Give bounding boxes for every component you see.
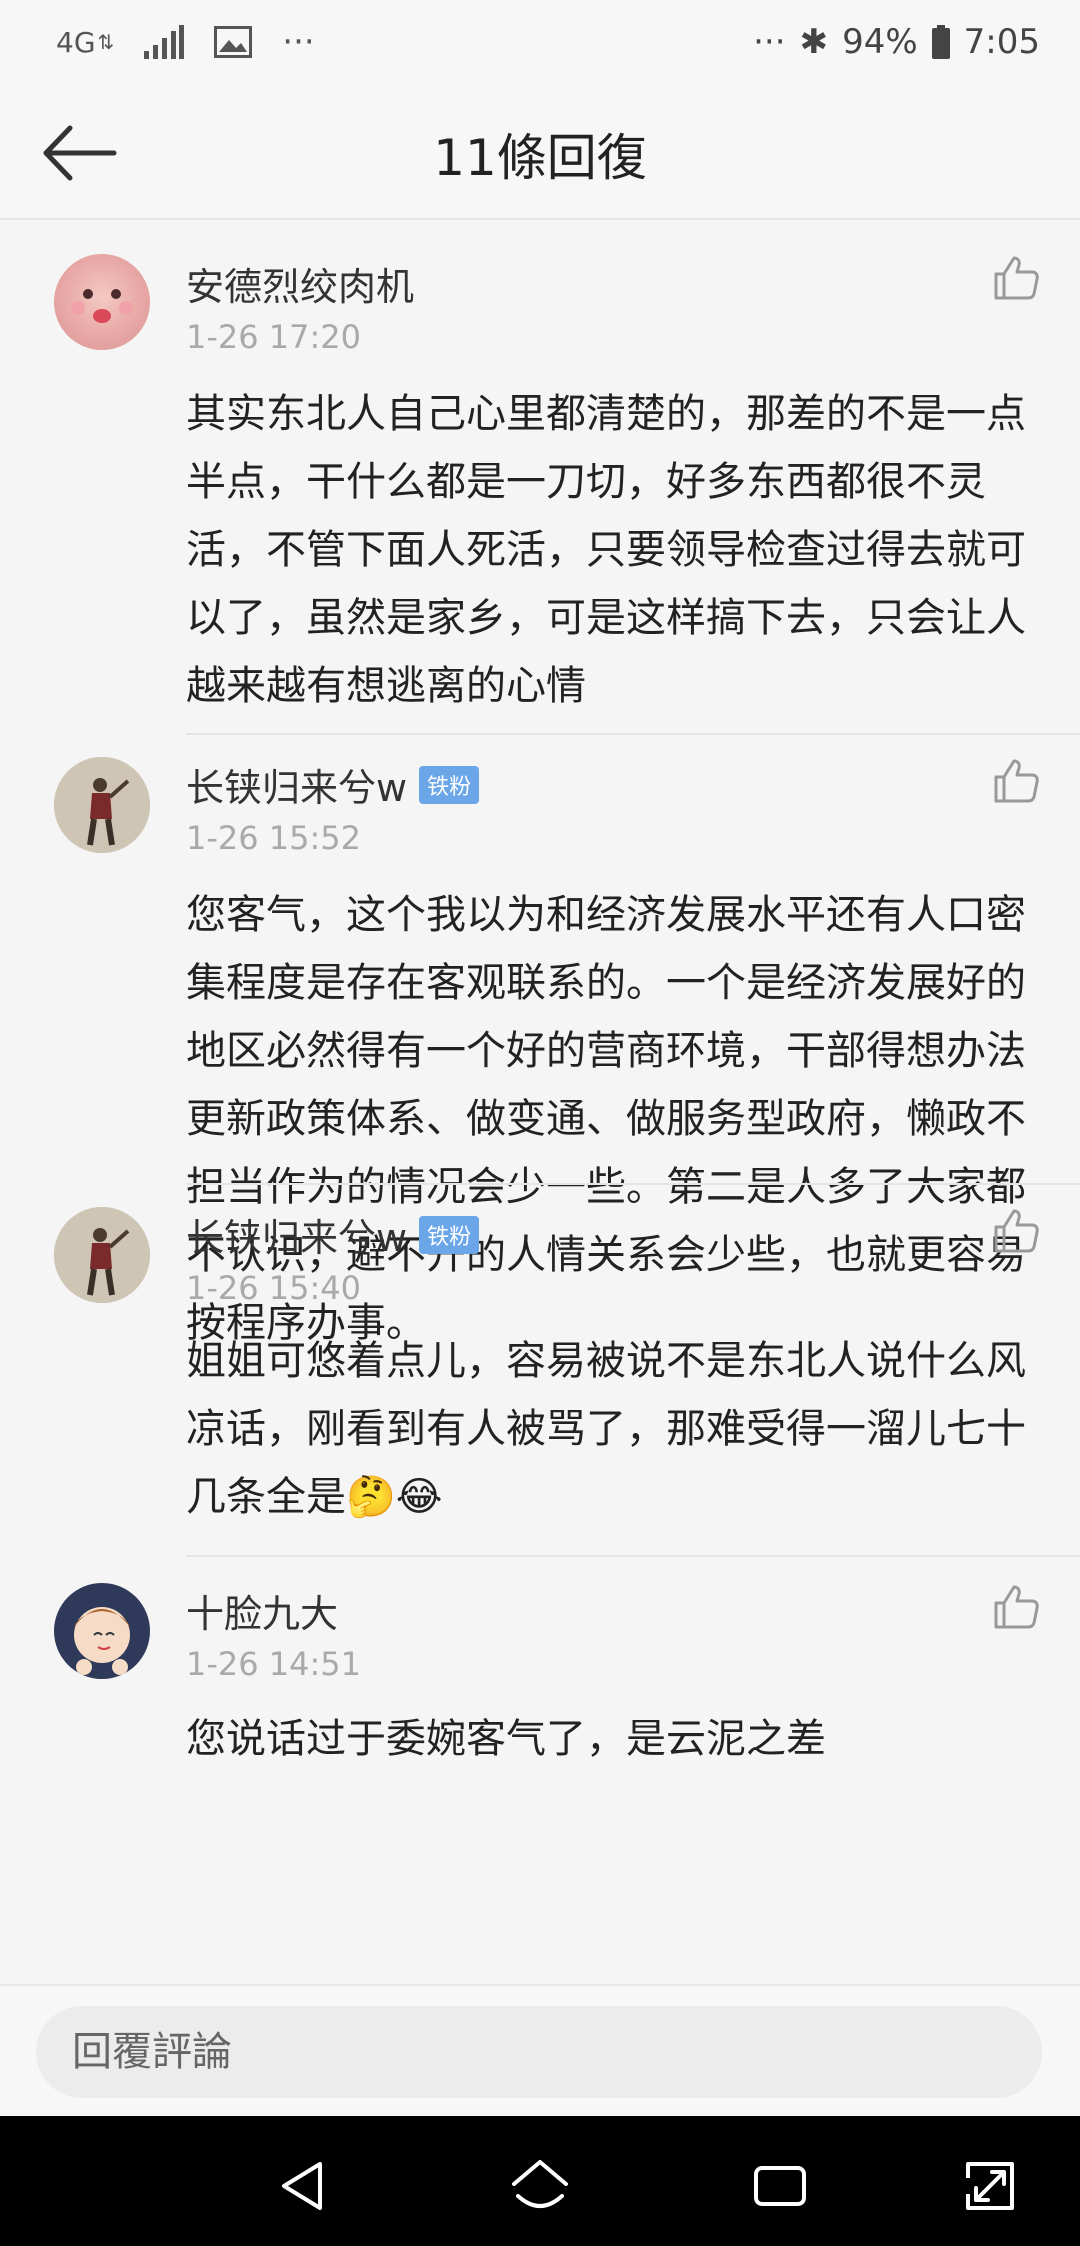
more-notifications-icon: ··· [282, 22, 315, 62]
more-indicators-icon: ··· [753, 22, 786, 62]
system-nav-bar [0, 2116, 1080, 2246]
comment-header: 十脸九大 [186, 1583, 338, 1638]
image-notification-icon [214, 26, 253, 58]
comment-item: 长铗归来兮w 铁粉 1-26 15:40 姐姐可悠着点儿，容易被说不是东北人说什… [0, 1185, 1080, 1557]
username[interactable]: 安德烈绞肉机 [186, 256, 414, 311]
comment-time: 1-26 15:52 [186, 819, 362, 857]
comment-time: 1-26 15:40 [186, 1269, 362, 1307]
avatar[interactable] [54, 757, 150, 853]
battery-level: 94% [842, 22, 918, 62]
comment-header: 安德烈绞肉机 [186, 256, 414, 311]
username[interactable]: 长铗归来兮w [186, 1207, 407, 1262]
data-arrows-icon: ⇅ [97, 30, 115, 54]
reply-list[interactable]: 安德烈绞肉机 1-26 17:20 其实东北人自己心里都清楚的，那差的不是一点半… [0, 220, 1080, 1984]
username[interactable]: 十脸九大 [186, 1583, 338, 1638]
comment-text: 您说话过于委婉客气了，是云泥之差 [186, 1716, 826, 1762]
reply-input[interactable] [36, 2006, 1042, 2098]
avatar[interactable] [54, 254, 150, 350]
comment-time: 1-26 14:51 [186, 1645, 362, 1683]
page-title: 11條回復 [433, 129, 647, 187]
avatar[interactable] [54, 1583, 150, 1679]
comment-item: 安德烈绞肉机 1-26 17:20 其实东北人自己心里都清楚的，那差的不是一点半… [0, 220, 1080, 735]
clock: 7:05 [963, 22, 1040, 62]
avatar[interactable] [54, 1207, 150, 1303]
expand-screen-icon[interactable] [958, 2154, 1022, 2218]
status-left: 4G ⇅ ··· [56, 22, 315, 62]
comment-text: 姐姐可悠着点儿，容易被说不是东北人说什么风凉话，刚看到有人被骂了，那难受得一溜儿… [186, 1338, 1026, 1520]
top-bar: 11條回復 [0, 88, 1080, 220]
fan-badge: 铁粉 [419, 1215, 480, 1254]
battery-icon [931, 25, 950, 59]
status-right: ··· ✱ 94% 7:05 [753, 22, 1040, 62]
comment-item: 十脸九大 1-26 14:51 您说话过于委婉客气了，是云泥之差 [0, 1557, 1080, 1797]
avatar-anime-girl-icon [54, 1583, 150, 1679]
avatar-face-icon [71, 289, 133, 323]
thumbs-up-icon[interactable] [992, 1583, 1040, 1631]
thumbs-up-icon[interactable] [992, 757, 1040, 805]
fan-badge: 铁粉 [419, 765, 480, 804]
network-type: 4G [56, 25, 96, 59]
reply-bar [0, 1984, 1080, 2118]
bluetooth-icon: ✱ [799, 22, 829, 62]
comment-header: 长铗归来兮w 铁粉 [186, 757, 480, 812]
comment-header: 长铗归来兮w 铁粉 [186, 1207, 480, 1262]
thumbs-up-icon[interactable] [992, 254, 1040, 302]
comment-item: 长铗归来兮w 铁粉 1-26 15:52 您客气，这个我以为和经济发展水平还有人… [0, 735, 1080, 1346]
back-triangle-icon[interactable] [270, 2154, 334, 2218]
avatar-figure-icon [54, 757, 150, 853]
signal-icon [144, 25, 185, 59]
home-icon[interactable] [508, 2154, 572, 2218]
thumbs-up-icon[interactable] [992, 1207, 1040, 1255]
comment-text: 其实东北人自己心里都清楚的，那差的不是一点半点，干什么都是一刀切，好多东西都很不… [186, 391, 1026, 709]
network-indicator: 4G ⇅ [56, 26, 114, 59]
recent-apps-icon[interactable] [748, 2154, 812, 2218]
avatar-figure-icon [54, 1207, 150, 1303]
comment-time: 1-26 17:20 [186, 318, 362, 356]
username[interactable]: 长铗归来兮w [186, 757, 407, 812]
status-bar: 4G ⇅ ··· ··· ✱ 94% 7:05 [0, 0, 1080, 88]
